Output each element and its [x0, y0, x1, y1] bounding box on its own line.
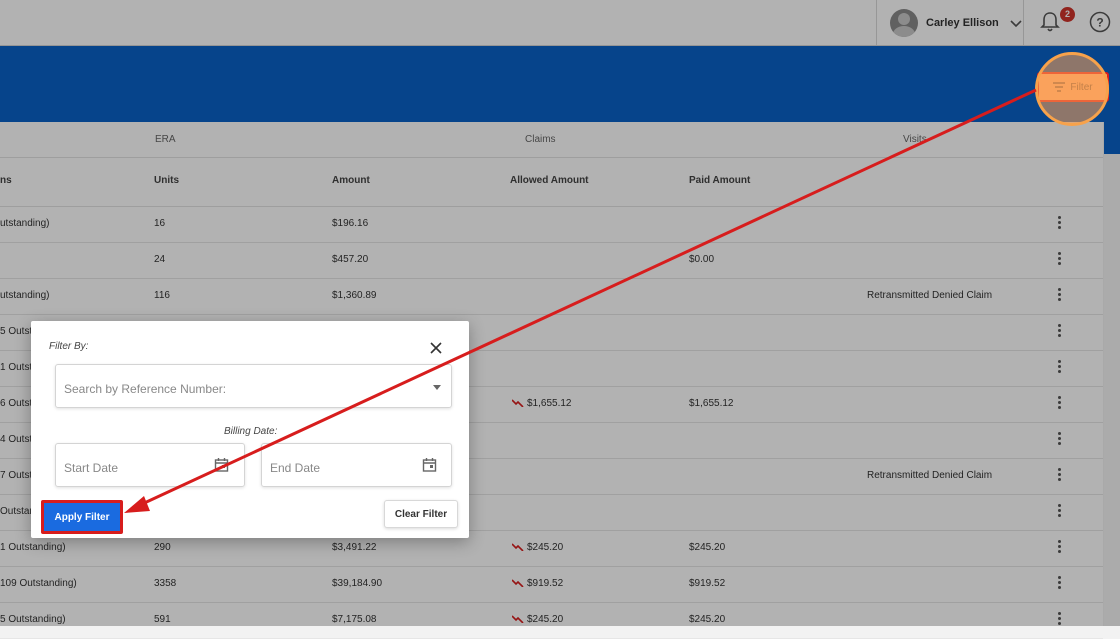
dialog-title: Filter By:	[49, 341, 89, 352]
filter-icon	[1053, 82, 1066, 92]
start-date-field[interactable]: Start Date	[55, 443, 245, 487]
calendar-icon[interactable]	[214, 457, 229, 472]
billing-date-label: Billing Date:	[224, 426, 278, 437]
filter-button-label: Filter	[1070, 81, 1093, 93]
close-icon[interactable]	[429, 341, 443, 355]
filter-button[interactable]: Filter	[1037, 72, 1109, 102]
reference-number-placeholder: Search by Reference Number:	[64, 382, 227, 396]
end-date-placeholder: End Date	[270, 461, 321, 475]
caret-down-icon	[433, 385, 441, 390]
reference-number-select[interactable]: Search by Reference Number:	[55, 364, 452, 408]
apply-filter-button[interactable]: Apply Filter	[41, 500, 123, 534]
end-date-field[interactable]: End Date	[261, 443, 452, 487]
clear-filter-button[interactable]: Clear Filter	[384, 500, 458, 528]
calendar-icon[interactable]	[422, 457, 437, 472]
filter-dialog: Filter By: Search by Reference Number: B…	[31, 321, 469, 538]
start-date-placeholder: Start Date	[64, 461, 119, 475]
